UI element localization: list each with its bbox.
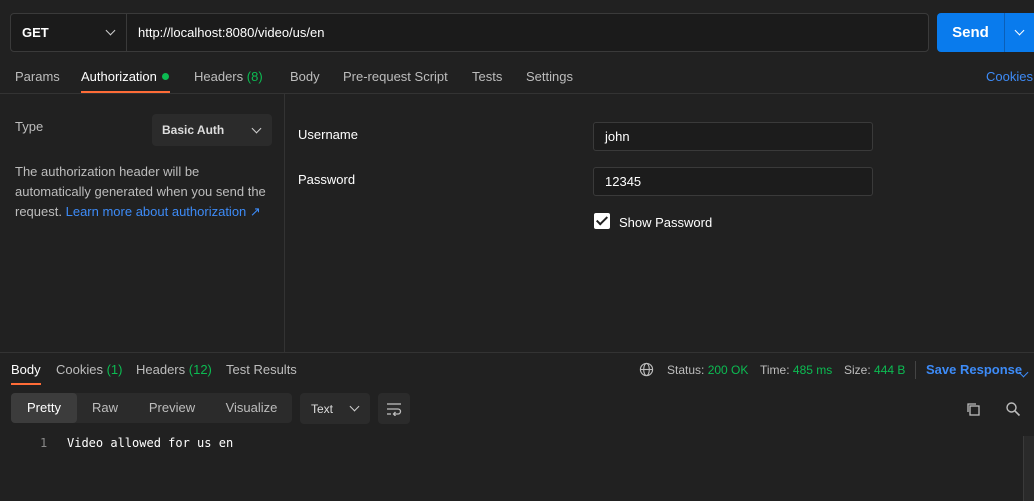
chevron-down-icon	[105, 25, 116, 36]
globe-icon[interactable]	[639, 362, 654, 377]
url-input[interactable]: http://localhost:8080/video/us/en	[127, 25, 324, 40]
tab-body[interactable]: Body	[290, 69, 320, 84]
size-label: Size:	[844, 363, 871, 377]
time-label: Time:	[760, 363, 790, 377]
response-tab-cookies-label: Cookies	[56, 362, 103, 377]
response-tabs: Body Cookies (1) Headers (12) Test Resul…	[0, 352, 1034, 385]
chevron-down-icon	[1014, 25, 1025, 36]
response-tab-body[interactable]: Body	[11, 362, 41, 377]
view-preview[interactable]: Preview	[133, 393, 211, 423]
tab-authorization[interactable]: Authorization	[81, 69, 169, 84]
status-label: Status:	[667, 363, 705, 377]
status-readout[interactable]: Status: 200 OK	[667, 363, 748, 377]
chevron-down-icon	[349, 401, 360, 412]
tab-params[interactable]: Params	[15, 69, 60, 84]
learn-more-link[interactable]: Learn more about authorization ↗	[66, 204, 261, 219]
auth-type-select[interactable]: Basic Auth	[152, 114, 272, 146]
active-response-tab-indicator	[11, 383, 41, 385]
scrollbar[interactable]	[1023, 436, 1034, 501]
view-mode-group: Pretty Raw Preview Visualize	[11, 393, 292, 423]
tab-headers[interactable]: Headers (8)	[194, 69, 263, 84]
response-tab-headers[interactable]: Headers (12)	[136, 362, 212, 377]
wrap-lines-icon	[387, 402, 402, 416]
format-select[interactable]: Text	[300, 393, 370, 424]
cookies-link[interactable]: Cookies	[986, 69, 1033, 84]
request-tabs: Params Authorization Headers (8) Body Pr…	[0, 60, 1034, 94]
username-label: Username	[298, 127, 358, 142]
tab-settings[interactable]: Settings	[526, 69, 573, 84]
divider	[915, 361, 916, 379]
tab-authorization-label: Authorization	[81, 69, 157, 84]
send-button[interactable]: Send	[937, 13, 1034, 52]
time-value: 485 ms	[792, 363, 833, 377]
auth-type-pane: Type Basic Auth The authorization header…	[2, 94, 285, 352]
copy-icon[interactable]	[965, 401, 981, 417]
password-field[interactable]: 12345	[593, 167, 873, 196]
auth-help-text: The authorization header will be automat…	[15, 162, 277, 222]
send-label: Send	[952, 24, 989, 41]
method-label: GET	[22, 25, 49, 40]
response-tab-test-results[interactable]: Test Results	[226, 362, 297, 377]
response-tab-headers-label: Headers	[136, 362, 186, 377]
view-raw[interactable]: Raw	[77, 393, 133, 423]
active-tab-indicator	[81, 91, 170, 93]
headers-count: (8)	[246, 69, 263, 84]
code-line: Video allowed for us en	[67, 436, 234, 450]
save-response-button[interactable]: Save Response	[926, 362, 1022, 377]
tab-headers-label: Headers	[194, 69, 244, 84]
chevron-down-icon[interactable]	[1018, 364, 1029, 379]
chevron-down-icon	[251, 123, 262, 133]
type-label: Type	[15, 119, 44, 134]
time-readout[interactable]: Time: 485 ms	[760, 363, 832, 377]
status-value: 200 OK	[707, 363, 749, 377]
size-readout[interactable]: Size: 444 B	[844, 363, 905, 377]
response-cookies-count: (1)	[106, 362, 123, 377]
response-tab-cookies[interactable]: Cookies (1)	[56, 362, 122, 377]
search-icon[interactable]	[1005, 401, 1021, 417]
method-select[interactable]: GET	[11, 14, 127, 51]
show-password-label[interactable]: Show Password	[619, 215, 712, 230]
send-options-button[interactable]	[1004, 13, 1034, 52]
size-value: 444 B	[874, 363, 906, 377]
active-dot-icon	[161, 73, 169, 80]
show-password-checkbox[interactable]	[594, 213, 610, 229]
request-bar: GET http://localhost:8080/video/us/en	[10, 13, 929, 52]
password-label: Password	[298, 172, 356, 187]
username-field[interactable]: john	[593, 122, 873, 151]
format-value: Text	[311, 401, 334, 416]
tab-pre-request-script[interactable]: Pre-request Script	[343, 69, 448, 84]
view-visualize[interactable]: Visualize	[211, 393, 292, 423]
auth-type-value: Basic Auth	[162, 123, 225, 137]
view-pretty[interactable]: Pretty	[11, 393, 77, 423]
line-number: 1	[40, 436, 48, 450]
wrap-lines-button[interactable]	[378, 393, 410, 424]
response-headers-count: (12)	[188, 362, 212, 377]
tab-tests[interactable]: Tests	[472, 69, 502, 84]
